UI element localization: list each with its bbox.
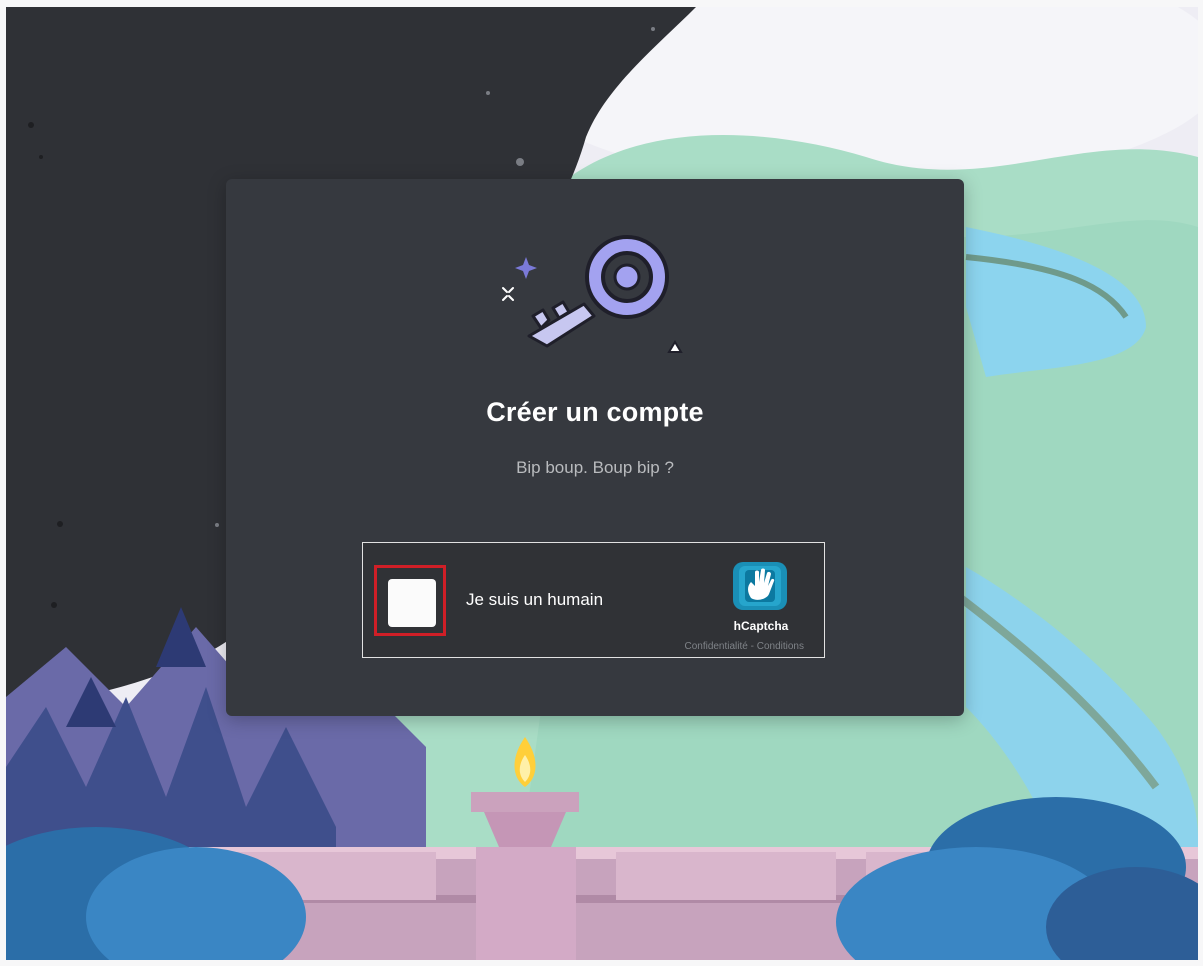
hcaptcha-widget: Je suis un humain hCaptcha Confidentiali…: [362, 542, 825, 658]
page-subtitle: Bip boup. Boup bip ?: [516, 458, 674, 477]
hcaptcha-links: Confidentialité - Conditions: [684, 641, 804, 652]
key-icon: [502, 235, 683, 353]
terms-link[interactable]: Conditions: [757, 641, 804, 652]
hcaptcha-hand-logo: [733, 562, 787, 610]
create-account-modal: Créer un compte Bip boup. Boup bip ? Je …: [226, 179, 964, 716]
hcaptcha-brand: hCaptcha: [733, 619, 789, 633]
human-checkbox[interactable]: [388, 579, 436, 627]
page-title: Créer un compte: [486, 397, 704, 427]
human-checkbox-label[interactable]: Je suis un humain: [466, 590, 603, 610]
privacy-link[interactable]: Confidentialité: [684, 641, 747, 652]
links-separator: -: [747, 641, 757, 652]
